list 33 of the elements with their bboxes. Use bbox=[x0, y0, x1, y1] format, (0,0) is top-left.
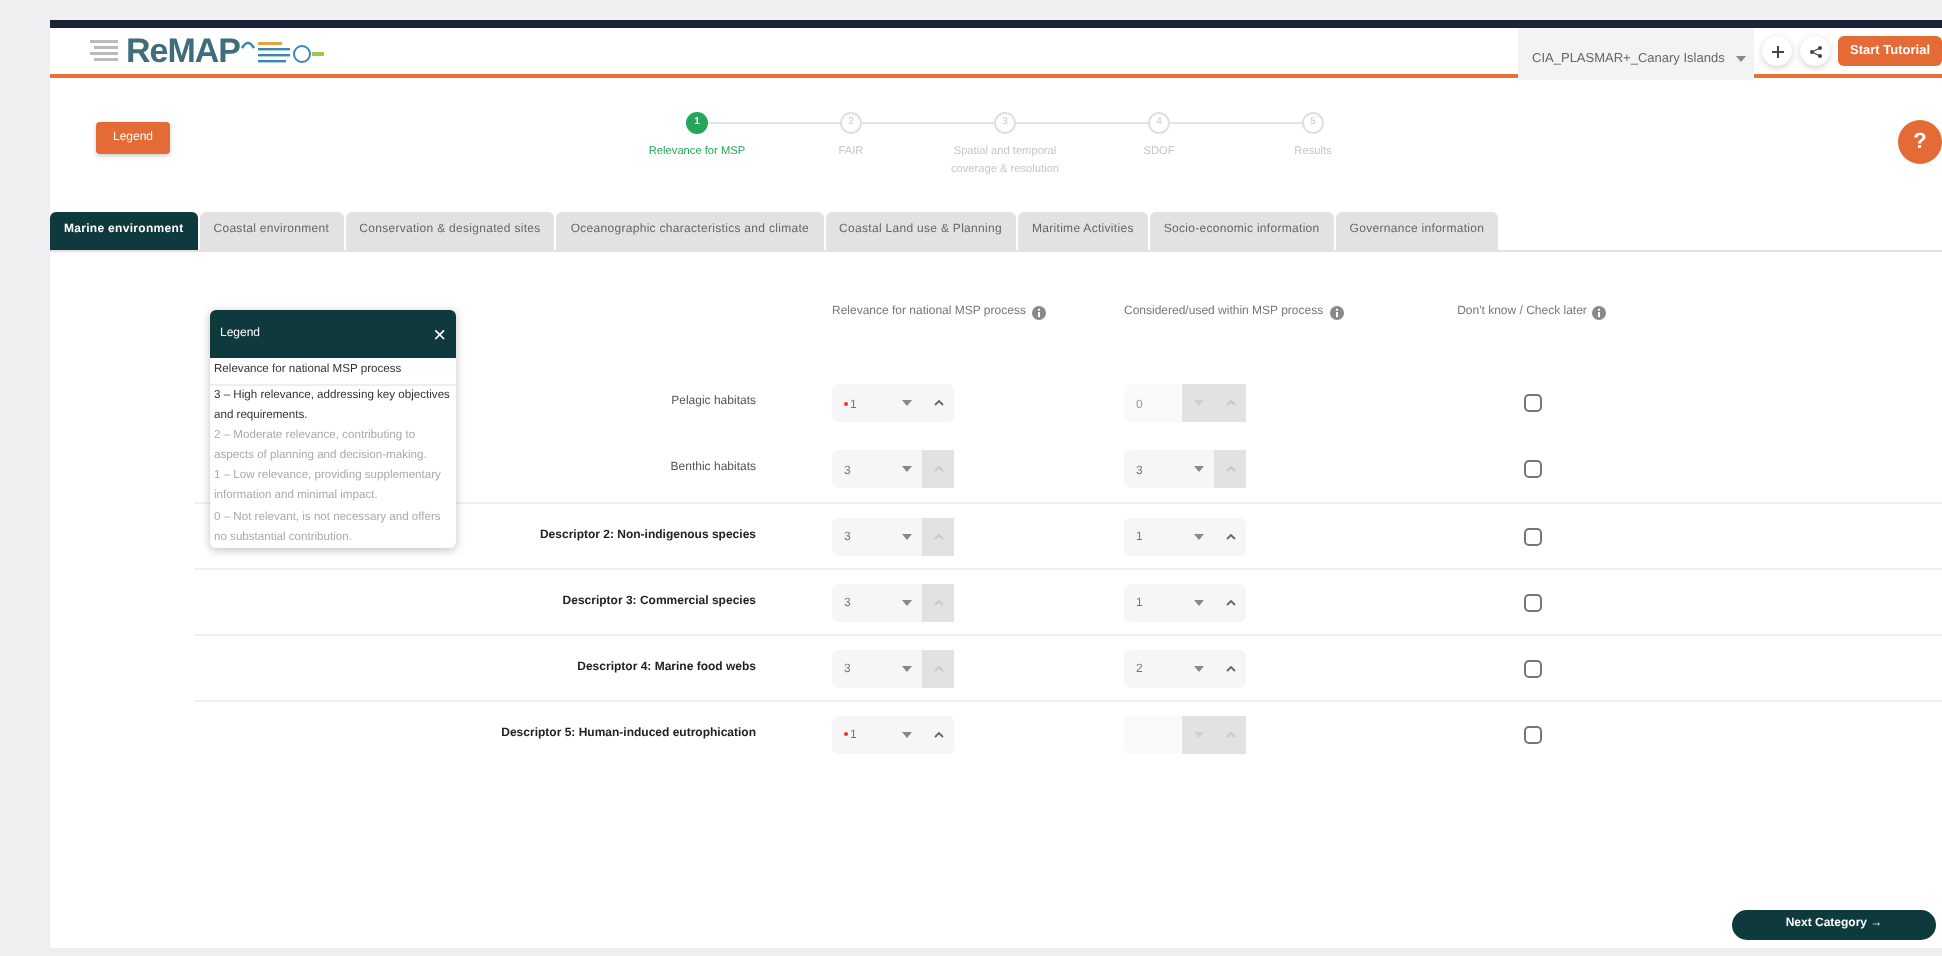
caret-icon bbox=[1193, 599, 1203, 605]
caret-icon bbox=[1193, 466, 1203, 472]
chevron-up-icon bbox=[1225, 533, 1235, 539]
caret-icon bbox=[901, 665, 911, 671]
info-icon bbox=[1592, 306, 1607, 320]
chevron-up-icon bbox=[933, 731, 943, 737]
partner-logos-drawing bbox=[240, 37, 325, 65]
checkbox[interactable] bbox=[1523, 659, 1541, 677]
add-button[interactable] bbox=[1762, 36, 1793, 66]
caret-icon bbox=[1193, 533, 1203, 539]
caret-icon bbox=[901, 466, 911, 472]
checkbox[interactable] bbox=[1523, 460, 1541, 478]
close-button[interactable]: × bbox=[433, 326, 446, 348]
checkbox[interactable] bbox=[1523, 527, 1541, 545]
chevron-up-icon bbox=[933, 400, 943, 406]
caret-icon bbox=[901, 599, 911, 605]
info-icon bbox=[1329, 306, 1344, 320]
share-icon bbox=[1809, 45, 1822, 57]
help-button[interactable]: ? bbox=[1898, 120, 1942, 164]
chevron-up-icon bbox=[1225, 599, 1235, 605]
chevron-up-icon bbox=[1225, 665, 1235, 671]
checkbox[interactable] bbox=[1523, 725, 1541, 743]
caret-icon bbox=[1193, 665, 1203, 671]
share-button[interactable] bbox=[1800, 36, 1831, 66]
checkbox[interactable] bbox=[1523, 593, 1541, 611]
info-icon bbox=[1031, 306, 1046, 320]
caret-icon bbox=[901, 400, 911, 406]
caret-icon bbox=[1736, 56, 1747, 64]
logo: ReMAP bbox=[126, 34, 241, 68]
caret-icon bbox=[901, 731, 911, 737]
checkbox[interactable] bbox=[1523, 394, 1541, 412]
caret-icon bbox=[901, 533, 911, 539]
plus-icon bbox=[1771, 45, 1784, 57]
